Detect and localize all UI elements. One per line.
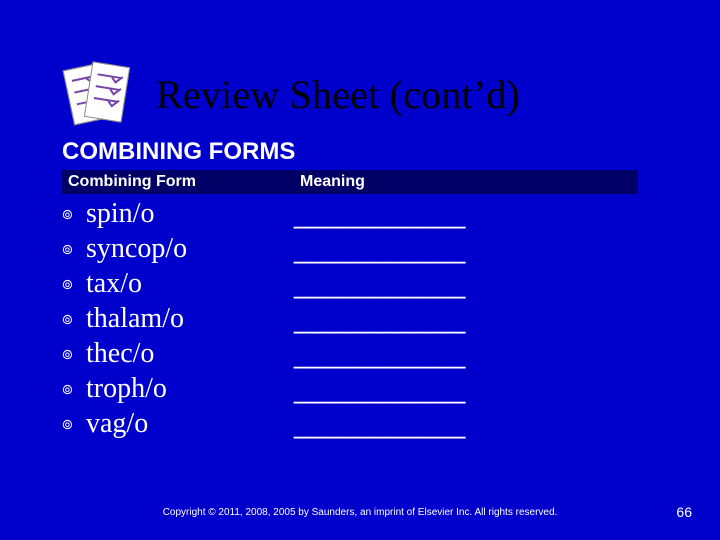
meaning-blank: ___________ xyxy=(294,301,465,336)
table-row: ๏ thec/o ___________ xyxy=(62,336,638,371)
table-row: ๏ troph/o ___________ xyxy=(62,371,638,406)
table-row: ๏ vag/o ___________ xyxy=(62,406,638,441)
term-cell: tax/o xyxy=(86,266,294,301)
meaning-blank: ___________ xyxy=(294,371,465,406)
bullet-icon: ๏ xyxy=(62,342,86,365)
bullet-icon: ๏ xyxy=(62,377,86,400)
term-cell: thec/o xyxy=(86,336,294,371)
term-cell: vag/o xyxy=(86,406,294,441)
bullet-icon: ๏ xyxy=(62,202,86,225)
meaning-blank: ___________ xyxy=(294,266,465,301)
combining-forms-table: Combining Form Meaning ๏ spin/o ________… xyxy=(62,170,638,441)
bullet-icon: ๏ xyxy=(62,272,86,295)
column-header-term: Combining Form xyxy=(68,173,300,191)
term-cell: troph/o xyxy=(86,371,294,406)
term-cell: thalam/o xyxy=(86,301,294,336)
page-title: Review Sheet (cont’d) xyxy=(156,71,520,118)
term-cell: spin/o xyxy=(86,196,294,231)
bullet-icon: ๏ xyxy=(62,307,86,330)
slide: Review Sheet (cont’d) COMBINING FORMS Co… xyxy=(0,0,720,540)
clipboard-checklist-icon xyxy=(62,62,134,126)
section-heading: COMBINING FORMS xyxy=(62,138,295,166)
meaning-blank: ___________ xyxy=(294,231,465,266)
title-row: Review Sheet (cont’d) xyxy=(62,62,658,126)
table-body: ๏ spin/o ___________ ๏ syncop/o ________… xyxy=(62,196,638,441)
table-row: ๏ syncop/o ___________ xyxy=(62,231,638,266)
table-row: ๏ spin/o ___________ xyxy=(62,196,638,231)
table-row: ๏ thalam/o ___________ xyxy=(62,301,638,336)
table-header: Combining Form Meaning xyxy=(62,170,638,194)
table-row: ๏ tax/o ___________ xyxy=(62,266,638,301)
term-cell: syncop/o xyxy=(86,231,294,266)
copyright-footer: Copyright © 2011, 2008, 2005 by Saunders… xyxy=(0,507,720,518)
meaning-blank: ___________ xyxy=(294,196,465,231)
meaning-blank: ___________ xyxy=(294,336,465,371)
page-number: 66 xyxy=(676,504,692,520)
column-header-meaning: Meaning xyxy=(300,173,632,191)
bullet-icon: ๏ xyxy=(62,412,86,435)
bullet-icon: ๏ xyxy=(62,237,86,260)
meaning-blank: ___________ xyxy=(294,406,465,441)
